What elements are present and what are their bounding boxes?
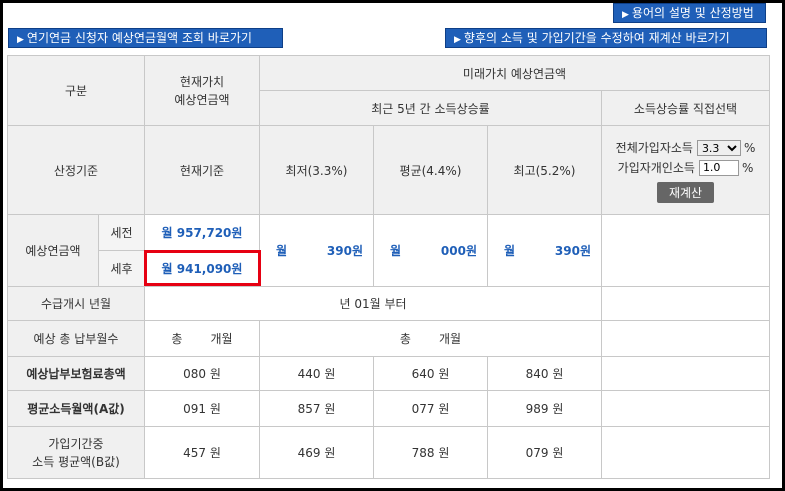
avg-income-a-avg: 077 원 xyxy=(373,390,488,427)
month-prefix: 월 xyxy=(504,244,516,258)
amount-value: 390원 xyxy=(554,244,591,258)
personal-income-input[interactable] xyxy=(698,159,739,176)
pretax-label: 세전 xyxy=(98,214,145,251)
percent-sign: % xyxy=(741,160,754,175)
header-recent-rate: 최근 5년 간 소득상승률 xyxy=(259,90,602,126)
avg-income-b-avg: 788 원 xyxy=(373,426,488,479)
rate-controls: 전체가입자소득 3.3 % 가입자개인소득 % 재계산 xyxy=(601,125,770,215)
header-category: 구분 xyxy=(7,55,145,126)
guide-button-label: 용어의 설명 및 산정방법 xyxy=(631,6,754,20)
basis-high: 최고(5.2%) xyxy=(487,125,602,215)
avg-income-a-high: 989 원 xyxy=(487,390,602,427)
avg-income-b-present: 457 원 xyxy=(144,426,260,479)
aftertax-value: 월 941,090원 xyxy=(144,250,260,287)
basis-low: 최저(3.3%) xyxy=(259,125,374,215)
month-prefix: 월 xyxy=(276,244,288,258)
avg-income-b-empty-cell xyxy=(601,426,770,479)
arrow-right-icon: ▶ xyxy=(454,35,461,45)
premium-empty-cell xyxy=(601,356,770,391)
months-total-prefix: 총 xyxy=(399,332,411,346)
arrow-right-icon: ▶ xyxy=(17,35,24,45)
months-label: 예상 총 납부월수 xyxy=(7,320,145,357)
recalculate-button[interactable]: 재계산 xyxy=(656,181,715,203)
basis-present: 현재기준 xyxy=(144,125,260,215)
deferred-pension-inquiry-button[interactable]: ▶ 연기연금 신청자 예상연금월액 조회 바로가기 xyxy=(8,28,283,48)
recalculate-link-button[interactable]: ▶ 향후의 소득 및 가입기간을 수정하여 재계산 바로가기 xyxy=(445,28,767,48)
inquiry-button-label: 연기연금 신청자 예상연금월액 조회 바로가기 xyxy=(26,31,252,45)
avg-income-a-label: 평균소득월액(A값) xyxy=(7,390,145,427)
percent-sign: % xyxy=(743,140,756,155)
pension-empty-cell xyxy=(601,214,770,287)
avg-income-b-label: 가입기간중 소득 평균액(B값) xyxy=(7,426,145,479)
months-unit: 개월 xyxy=(210,332,233,346)
arrow-right-icon: ▶ xyxy=(622,10,629,20)
amount-value: 390원 xyxy=(326,244,363,258)
pension-label: 예상연금액 xyxy=(7,214,99,287)
premium-high: 840 원 xyxy=(487,356,602,391)
avg-income-b-high: 079 원 xyxy=(487,426,602,479)
personal-income-label: 가입자개인소득 xyxy=(617,161,695,175)
aftertax-label: 세후 xyxy=(98,250,145,287)
months-unit: 개월 xyxy=(438,332,462,346)
start-label: 수급개시 년월 xyxy=(7,286,145,321)
pension-table: 구분 현재가치 예상연금액 미래가치 예상연금액 최근 5년 간 소득상승률 소… xyxy=(7,55,770,479)
month-prefix: 월 xyxy=(390,244,402,258)
basis-label: 산정기준 xyxy=(7,125,145,215)
pretax-value: 월 957,720원 xyxy=(144,214,260,251)
premium-avg: 640 원 xyxy=(373,356,488,391)
future-high-value: 월 390원 xyxy=(487,214,602,287)
premium-label: 예상납부보험료총액 xyxy=(7,356,145,391)
total-income-label: 전체가입자소득 xyxy=(615,141,693,155)
recalc-link-label: 향후의 소득 및 가입기간을 수정하여 재계산 바로가기 xyxy=(463,31,730,45)
avg-income-b-low: 469 원 xyxy=(259,426,374,479)
months-present: 총 개월 xyxy=(144,320,260,357)
header-direct-rate: 소득상승률 직접선택 xyxy=(601,90,770,126)
premium-low: 440 원 xyxy=(259,356,374,391)
months-future: 총 개월 xyxy=(259,320,602,357)
amount-value: 000원 xyxy=(440,244,477,258)
future-low-value: 월 390원 xyxy=(259,214,374,287)
start-empty-cell xyxy=(601,286,770,321)
months-total-prefix: 총 xyxy=(171,332,183,346)
basis-avg: 평균(4.4%) xyxy=(373,125,488,215)
avg-income-a-empty-cell xyxy=(601,390,770,427)
future-avg-value: 월 000원 xyxy=(373,214,488,287)
header-future-value: 미래가치 예상연금액 xyxy=(259,55,770,91)
guide-button[interactable]: ▶ 용어의 설명 및 산정방법 xyxy=(613,3,766,23)
start-value: 년 01월 부터 xyxy=(144,286,602,321)
header-present-value: 현재가치 예상연금액 xyxy=(144,55,260,126)
avg-income-a-present: 091 원 xyxy=(144,390,260,427)
premium-present: 080 원 xyxy=(144,356,260,391)
avg-income-a-low: 857 원 xyxy=(259,390,374,427)
total-income-select[interactable]: 3.3 xyxy=(696,139,741,156)
months-empty-cell xyxy=(601,320,770,357)
